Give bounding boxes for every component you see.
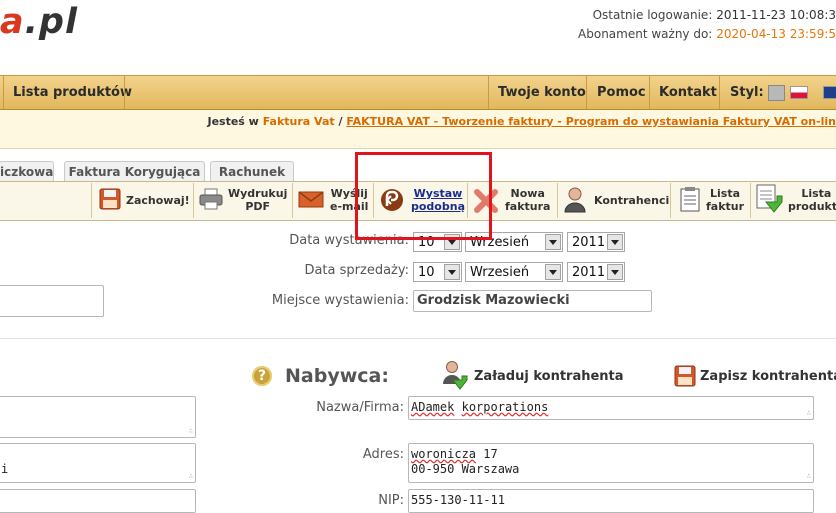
load-contractor-icon[interactable] [442,360,472,392]
style-swatch[interactable] [767,84,785,101]
place-input[interactable]: Grodzisk Mazowiecki [413,290,652,312]
resize-grip-icon[interactable]: ∴ [807,410,811,417]
sale-day-select[interactable]: 10 [413,262,462,282]
chevron-down-icon[interactable] [545,234,561,250]
save-contractor-icon[interactable] [674,365,696,387]
nav-account[interactable]: Twoje konto [498,76,586,109]
breadcrumb-prefix: Jesteś w [207,115,259,128]
seller-name-textarea[interactable]: ∴ [0,396,196,438]
invoice-list-line1: Lista [710,187,741,200]
buyer-name-textarea[interactable]: ADamek korporations ∴ [408,396,814,420]
nav-products[interactable]: Lista produktów [13,76,132,109]
english-flag-icon[interactable] [823,86,836,99]
buyer-nip-input[interactable]: 555-130-11-11 [408,489,814,513]
logo-suffix: .pl [24,2,78,42]
buyer-name-word1: ADamek [411,400,455,414]
chevron-down-icon[interactable] [545,264,561,280]
subscription-info: Abonament ważny do: 2020-04-13 23:59:5 [578,27,836,41]
logo-accent: a [0,2,25,42]
tab-correction-invoice[interactable]: Faktura Korygująca [64,161,205,182]
buyer-name-label: Nazwa/Firma: [316,400,404,415]
buyer-name-word2: korporations [461,400,549,414]
address-street: woronicza [411,447,477,461]
invoice-list-button[interactable]: Lista faktur [706,187,744,213]
sale-year-select[interactable]: 2011 [567,262,625,282]
seller-nip-input[interactable] [0,489,196,513]
seller-address-text: i [1,462,9,476]
last-login-value: 2011-11-23 10:08:3 [716,8,836,22]
breadcrumb-separator: / [338,115,343,128]
buyer-nip-label: NIP: [378,493,404,508]
section-divider [0,338,836,339]
sale-date-label: Data sprzedaży: [304,263,409,278]
chevron-down-icon[interactable] [607,264,623,280]
style-label: Styl: [730,85,764,100]
save-contractor-button[interactable]: Zapisz kontrahenta [700,369,836,384]
last-login: Ostatnie logowanie: 2011-11-23 10:08:3 [593,8,836,22]
save-button[interactable]: Zachowaj! [126,194,190,207]
seller-address-textarea[interactable]: i ∴ [0,443,196,483]
printer-icon[interactable] [199,188,223,210]
buyer-address-label: Adres: [362,447,404,462]
product-list-line2: produktó [788,200,836,213]
highlight-box [355,152,492,240]
sale-year-value: 2011 [572,265,606,280]
resize-grip-icon[interactable]: ∴ [807,473,811,480]
load-contractor-button[interactable]: Załaduj kontrahenta [474,369,624,384]
product-list-button[interactable]: Lista produktó [788,187,836,213]
sale-month-select[interactable]: Wrzesień [465,262,563,282]
breadcrumb-page[interactable]: FAKTURA VAT - Tworzenie faktury - Progra… [346,115,836,128]
chevron-down-icon[interactable] [444,264,460,280]
invoice-list-icon[interactable] [680,186,700,212]
sale-day-value: 10 [418,265,435,280]
subscription-value: 2020-04-13 23:59:5 [716,27,836,41]
issue-year-value: 2011 [572,235,606,250]
breadcrumb-section[interactable]: Faktura Vat [263,115,335,128]
tab-bill[interactable]: Rachunek [210,161,294,182]
buyer-heading: Nabywca: [285,365,389,387]
resize-grip-icon[interactable]: ∴ [189,428,193,435]
new-invoice-line2: faktura [505,200,551,213]
nav-help[interactable]: Pomoc [597,76,646,109]
main-nav: Lista produktów Twoje konto Pomoc Kontak… [0,75,836,110]
issue-year-select[interactable]: 2011 [567,232,625,252]
print-label-line1: Wydrukuj [228,187,288,200]
print-label-line2: PDF [245,200,271,213]
new-invoice-button[interactable]: Nowa faktura [505,187,550,213]
place-label: Miejsce wystawienia: [271,293,409,308]
tab-standard-invoice[interactable]: iczkowa [0,161,54,181]
subscription-label: Abonament ważny do: [578,27,713,41]
seller-input[interactable] [0,285,104,317]
nav-contact[interactable]: Kontakt [659,76,717,109]
new-invoice-line1: Nowa [510,187,545,200]
invoice-list-line2: faktur [706,200,745,213]
contractor-icon[interactable] [564,187,586,213]
buyer-address-textarea[interactable]: woronicza 17 00-950 Warszawa ∴ [408,443,814,483]
nav-style[interactable]: Styl: [730,76,785,109]
address-number: 17 [483,447,498,461]
print-pdf-button[interactable]: Wydrukuj PDF [228,187,287,213]
address-line2: 00-950 Warszawa [411,462,520,476]
resize-grip-icon[interactable]: ∴ [189,473,193,480]
product-list-line1: Lista [801,187,832,200]
save-icon[interactable] [99,188,121,210]
help-icon[interactable]: ? [252,366,272,386]
breadcrumb: Jesteś w Faktura Vat / FAKTURA VAT - Two… [207,115,836,128]
logo[interactable]: a.pl [0,2,78,42]
sale-month-value: Wrzesień [470,265,530,280]
envelope-icon[interactable] [298,191,324,208]
chevron-down-icon[interactable] [607,234,623,250]
contractors-button[interactable]: Kontrahenci [594,194,669,207]
last-login-label: Ostatnie logowanie: [592,8,713,22]
product-list-icon[interactable] [756,184,786,218]
polish-flag-icon[interactable] [790,86,808,99]
